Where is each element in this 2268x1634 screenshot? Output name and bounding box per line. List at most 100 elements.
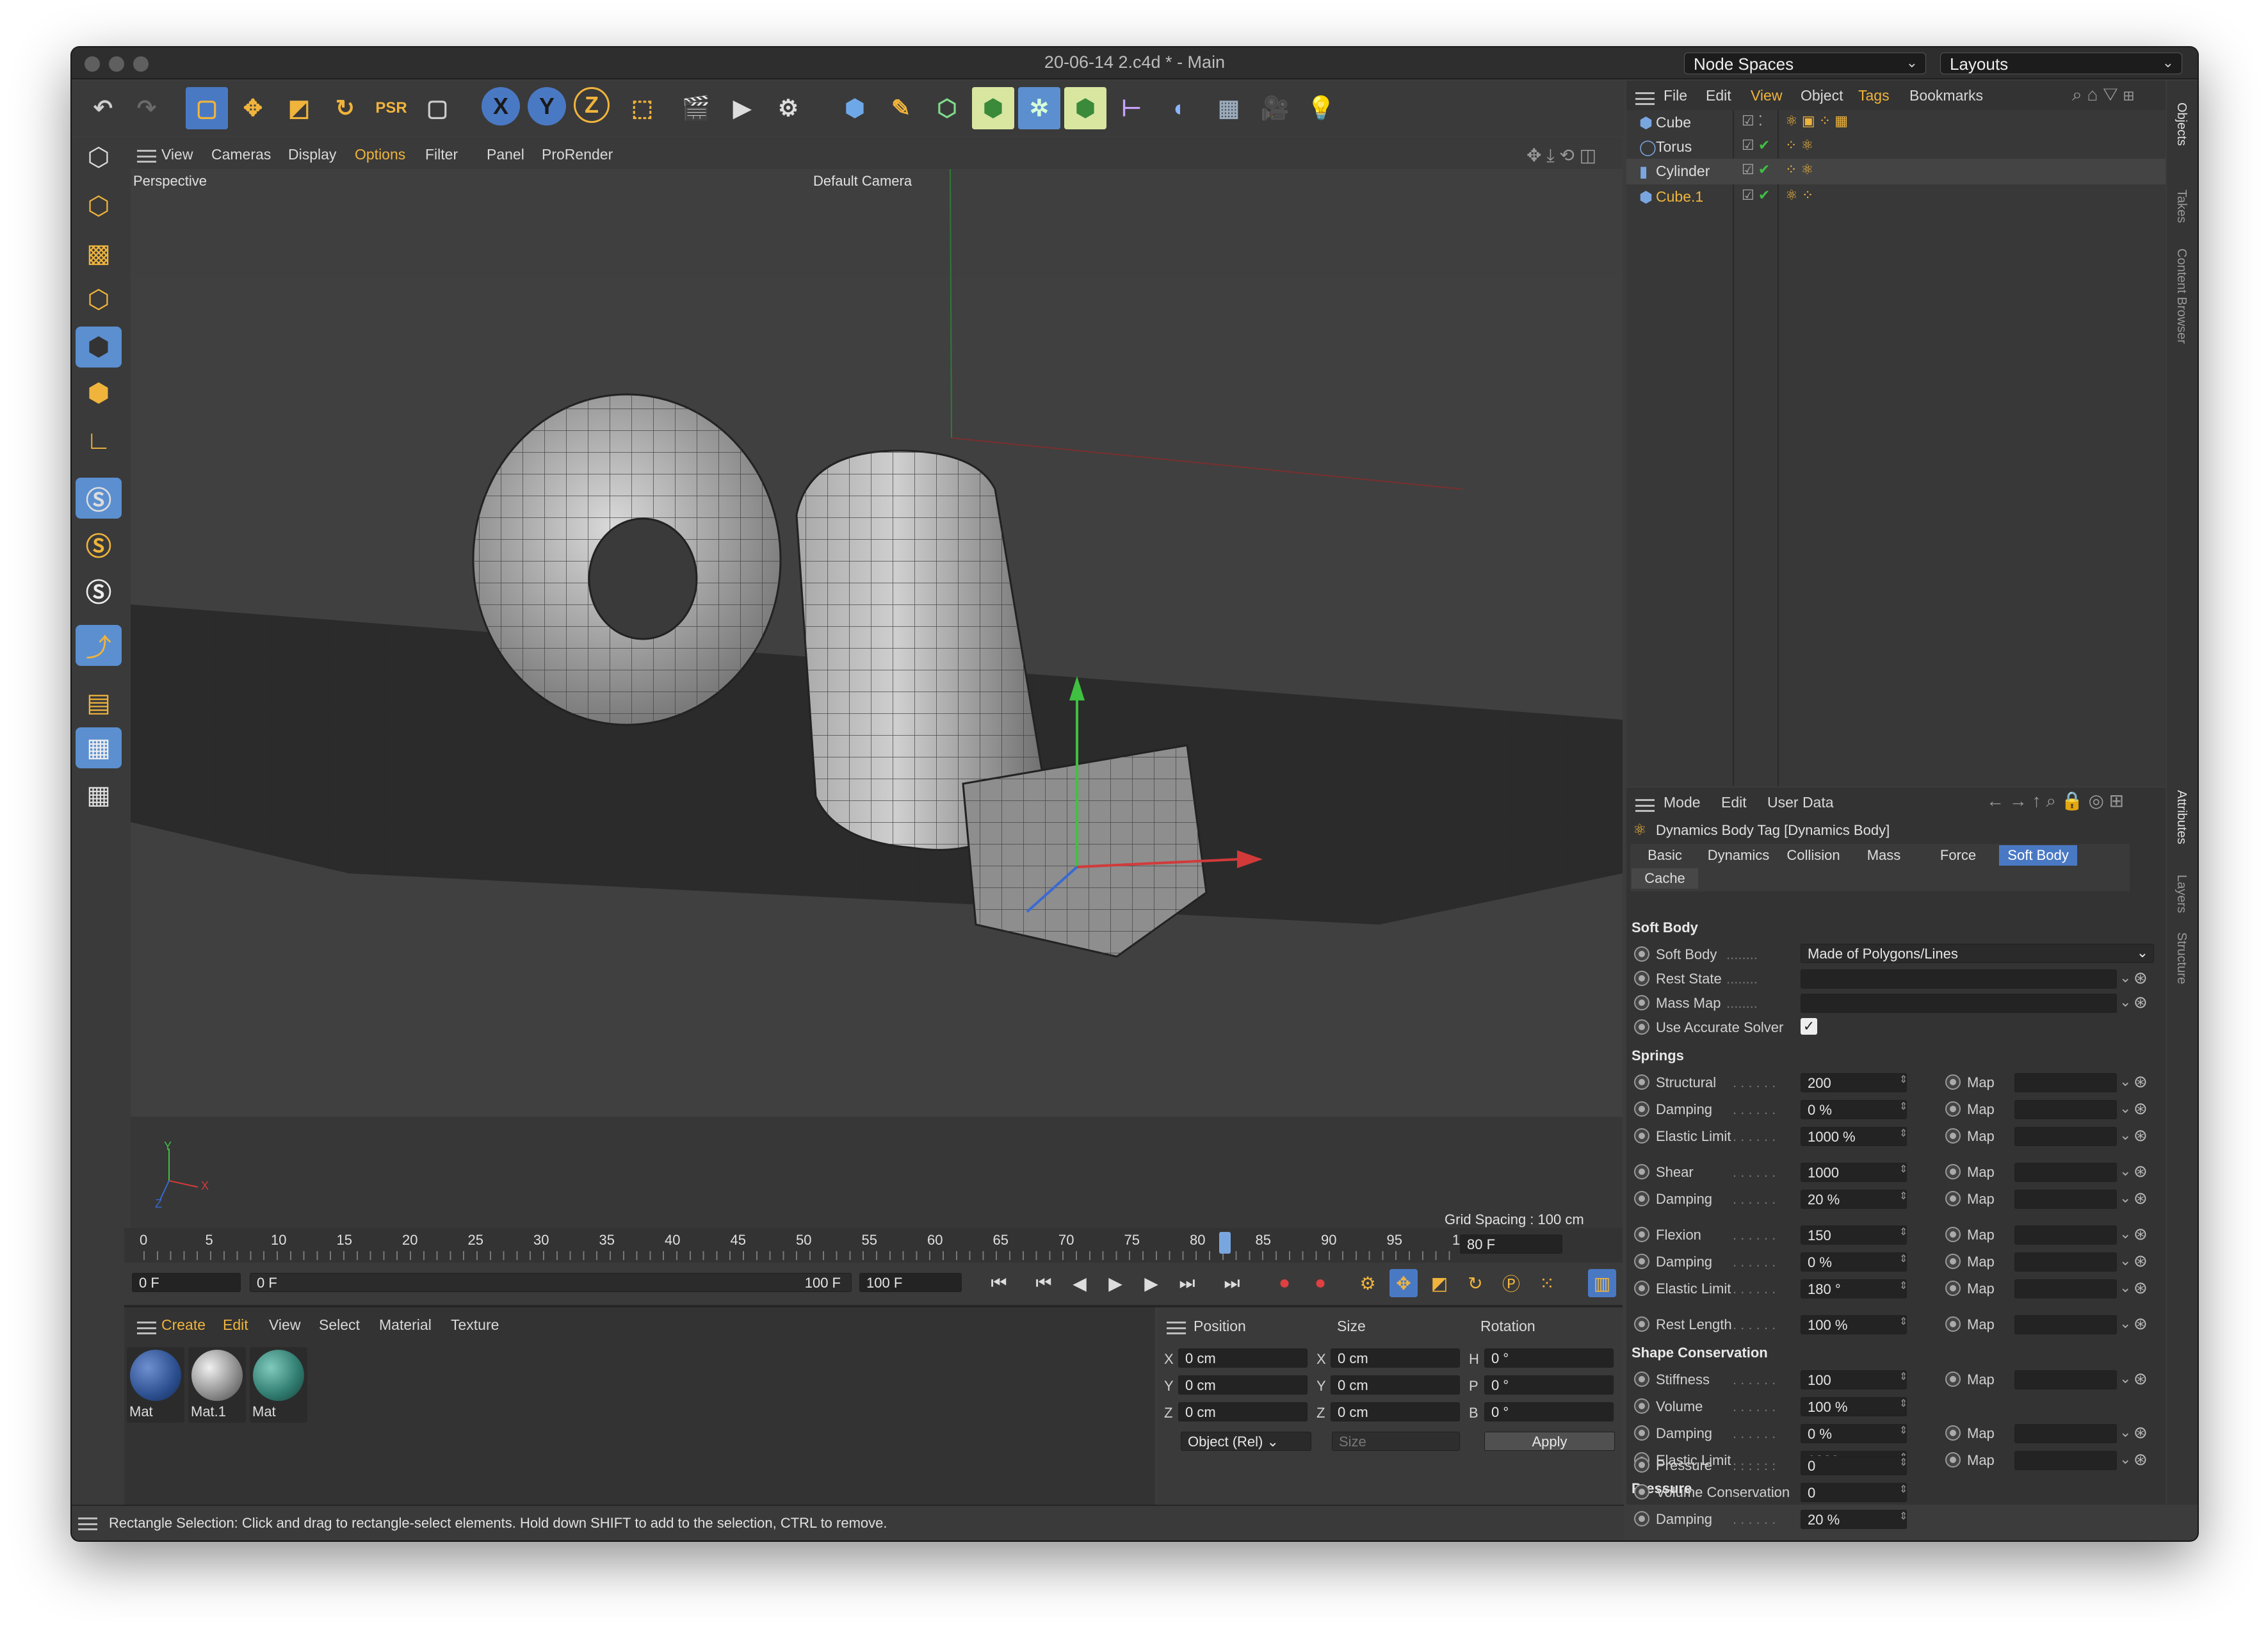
map-link-field[interactable] — [2014, 1226, 2117, 1245]
animate-icon[interactable] — [1634, 1398, 1649, 1414]
rot-b-field[interactable]: 0 ° — [1484, 1402, 1614, 1421]
stepper-arrows-icon[interactable]: ⇕ — [1899, 1370, 1908, 1383]
material-menu-view[interactable]: View — [269, 1316, 300, 1334]
material-swatch-mat-2[interactable]: Mat — [250, 1347, 307, 1423]
parameter-value-field[interactable]: 20 % — [1801, 1510, 1907, 1529]
tags-icons[interactable]: ⁘ ⚛ — [1785, 137, 1813, 154]
array-icon[interactable]: ⬢ — [1064, 87, 1106, 129]
map-link-field[interactable] — [2014, 1315, 2117, 1334]
pick-object-icon[interactable]: ⊛ — [2134, 1314, 2148, 1334]
deformer-icon[interactable]: ⊢ — [1110, 87, 1153, 129]
attribute-menu-icon[interactable] — [1635, 799, 1655, 812]
animate-icon[interactable] — [1634, 1164, 1649, 1179]
previous-frame-icon[interactable]: ◀ — [1065, 1269, 1094, 1297]
chevron-down-icon[interactable]: ⌄ — [2119, 1073, 2131, 1090]
texture-mode-icon[interactable]: ▩ — [76, 233, 122, 274]
key-position-icon[interactable]: ✥ — [1389, 1269, 1418, 1297]
stepper-arrows-icon[interactable]: ⇕ — [1899, 1100, 1908, 1113]
tags-icons[interactable]: ⚛ ⁘ — [1785, 187, 1813, 204]
stepper-arrows-icon[interactable]: ⇕ — [1899, 1163, 1908, 1176]
attribute-nav-icons[interactable]: ← → ↑ ⌕ 🔒 ◎ ⊞ — [1986, 790, 2124, 812]
workplane-grid-icon[interactable]: ▤ — [76, 683, 122, 724]
animate-icon[interactable] — [1634, 1457, 1649, 1473]
tab-dynamics[interactable]: Dynamics — [1701, 845, 1776, 866]
status-menu-icon[interactable] — [78, 1517, 97, 1530]
parameter-value-field[interactable]: 100 % — [1801, 1315, 1907, 1334]
material-swatch-mat[interactable]: Mat — [127, 1347, 184, 1423]
viewport-menu-view[interactable]: View — [161, 146, 193, 163]
chevron-down-icon[interactable]: ⌄ — [2119, 1190, 2131, 1206]
viewport-menu-icon[interactable] — [137, 150, 156, 163]
size-z-field[interactable]: 0 cm — [1331, 1402, 1460, 1421]
object-row-torus[interactable]: ◯ Torus ☑ ✔ ⁘ ⚛ — [1626, 134, 2166, 160]
layouts-dropdown[interactable]: Layouts ⌄ — [1940, 53, 2182, 74]
tab-force[interactable]: Force — [1920, 845, 1997, 866]
animate-icon[interactable] — [1945, 1425, 1961, 1441]
next-frame-icon[interactable]: ▶ — [1137, 1269, 1165, 1297]
object-row-cylinder[interactable]: ▮ Cylinder ☑ ✔ ⁘ ⚛ — [1626, 159, 2166, 184]
rotate-icon[interactable]: ↻ — [324, 87, 366, 129]
parameter-value-field[interactable]: 20 % — [1801, 1190, 1907, 1209]
parameter-value-field[interactable]: 100 — [1801, 1370, 1907, 1389]
pen-spline-icon[interactable]: ✎ — [880, 87, 922, 129]
rectangle-select-icon[interactable]: ▢ — [186, 87, 228, 129]
go-to-end-icon[interactable]: ⏭ — [1218, 1269, 1246, 1297]
key-rotation-icon[interactable]: ↻ — [1461, 1269, 1489, 1297]
side-tab-layers[interactable]: Layers — [2174, 875, 2189, 913]
recent-tool-icon[interactable]: ▢ — [416, 87, 458, 129]
parameter-value-field[interactable]: 180 ° — [1801, 1279, 1907, 1298]
object-menu-view[interactable]: View — [1751, 87, 1782, 104]
chevron-down-icon[interactable]: ⌄ — [2119, 1127, 2131, 1144]
render-view-icon[interactable]: ▶ — [721, 87, 763, 129]
material-menu-texture[interactable]: Texture — [451, 1316, 499, 1334]
parameter-value-field[interactable]: 0 % — [1801, 1252, 1907, 1272]
parameter-value-field[interactable]: 100 % — [1801, 1397, 1907, 1416]
pick-object-icon[interactable]: ⊛ — [2134, 992, 2148, 1012]
viewport-navigation-icons[interactable]: ✥ ⤓ ⟲ ◫ — [1527, 145, 1596, 166]
keyframe-selection-icon[interactable]: ⚙ — [1354, 1269, 1382, 1297]
chevron-down-icon[interactable]: ⌄ — [2119, 1252, 2131, 1269]
viewport-menu-panel[interactable]: Panel — [487, 146, 524, 163]
object-menu-icon[interactable] — [1635, 92, 1655, 105]
animate-icon[interactable] — [1634, 1128, 1649, 1144]
points-mode-icon[interactable]: ⬡ — [76, 279, 122, 320]
stepper-arrows-icon[interactable]: ⇕ — [1899, 1279, 1908, 1292]
object-row-cube[interactable]: ⬢ Cube ☑ ⁚ ⚛ ▣ ⁘ ▦ — [1626, 110, 2166, 136]
animate-icon[interactable] — [1634, 971, 1649, 986]
chevron-down-icon[interactable]: ⌄ — [2119, 1226, 2131, 1242]
stepper-arrows-icon[interactable]: ⇕ — [1899, 1226, 1908, 1238]
stepper-arrows-icon[interactable]: ⇕ — [1899, 1510, 1908, 1523]
material-menu-edit[interactable]: Edit — [223, 1316, 248, 1334]
animate-icon[interactable] — [1634, 1019, 1649, 1035]
move-icon[interactable]: ✥ — [232, 87, 274, 129]
coordinates-menu-icon[interactable] — [1167, 1322, 1186, 1334]
axis-x-toggle[interactable]: X — [482, 87, 520, 125]
pos-y-field[interactable]: 0 cm — [1178, 1375, 1308, 1395]
pos-x-field[interactable]: 0 cm — [1178, 1348, 1308, 1368]
soft-body-dropdown[interactable]: Made of Polygons/Lines ⌄ — [1801, 944, 2154, 963]
tags-icons[interactable]: ⚛ ▣ ⁘ ▦ — [1785, 113, 1848, 129]
chevron-down-icon[interactable]: ⌄ — [2119, 1370, 2131, 1387]
key-parameter-icon[interactable]: Ⓟ — [1497, 1269, 1525, 1297]
start-frame-field[interactable]: 0 F — [132, 1273, 241, 1292]
key-pla-icon[interactable]: ⁙ — [1533, 1269, 1561, 1297]
map-link-field[interactable] — [2014, 1279, 2117, 1298]
stepper-arrows-icon[interactable]: ⇕ — [1899, 1397, 1908, 1410]
scale-icon[interactable]: ◩ — [278, 87, 320, 129]
parameter-value-field[interactable]: 0 % — [1801, 1100, 1907, 1119]
axis-y-toggle[interactable]: Y — [528, 87, 566, 125]
autokey-icon[interactable]: ⏺ — [1306, 1269, 1334, 1297]
generator-icon[interactable]: ⬢ — [972, 87, 1014, 129]
size-y-field[interactable]: 0 cm — [1331, 1375, 1460, 1395]
accurate-solver-checkbox[interactable]: ✓ — [1801, 1018, 1817, 1035]
planar-workplane-icon[interactable]: ▦ — [76, 775, 122, 816]
pick-object-icon[interactable]: ⊛ — [2134, 1369, 2148, 1389]
coordinate-mode-dropdown[interactable]: Object (Rel) ⌄ — [1181, 1432, 1311, 1451]
pick-object-icon[interactable]: ⊛ — [2134, 1072, 2148, 1092]
pick-object-icon[interactable]: ⊛ — [2134, 1188, 2148, 1208]
pick-object-icon[interactable]: ⊛ — [2134, 968, 2148, 988]
side-tab-content-browser[interactable]: Content Browser — [2174, 248, 2189, 344]
visibility-toggle-icon[interactable]: ☑ ✔ — [1742, 137, 1770, 154]
parameter-value-field[interactable]: 0 % — [1801, 1424, 1907, 1443]
next-key-icon[interactable]: ⏭ — [1173, 1269, 1201, 1297]
